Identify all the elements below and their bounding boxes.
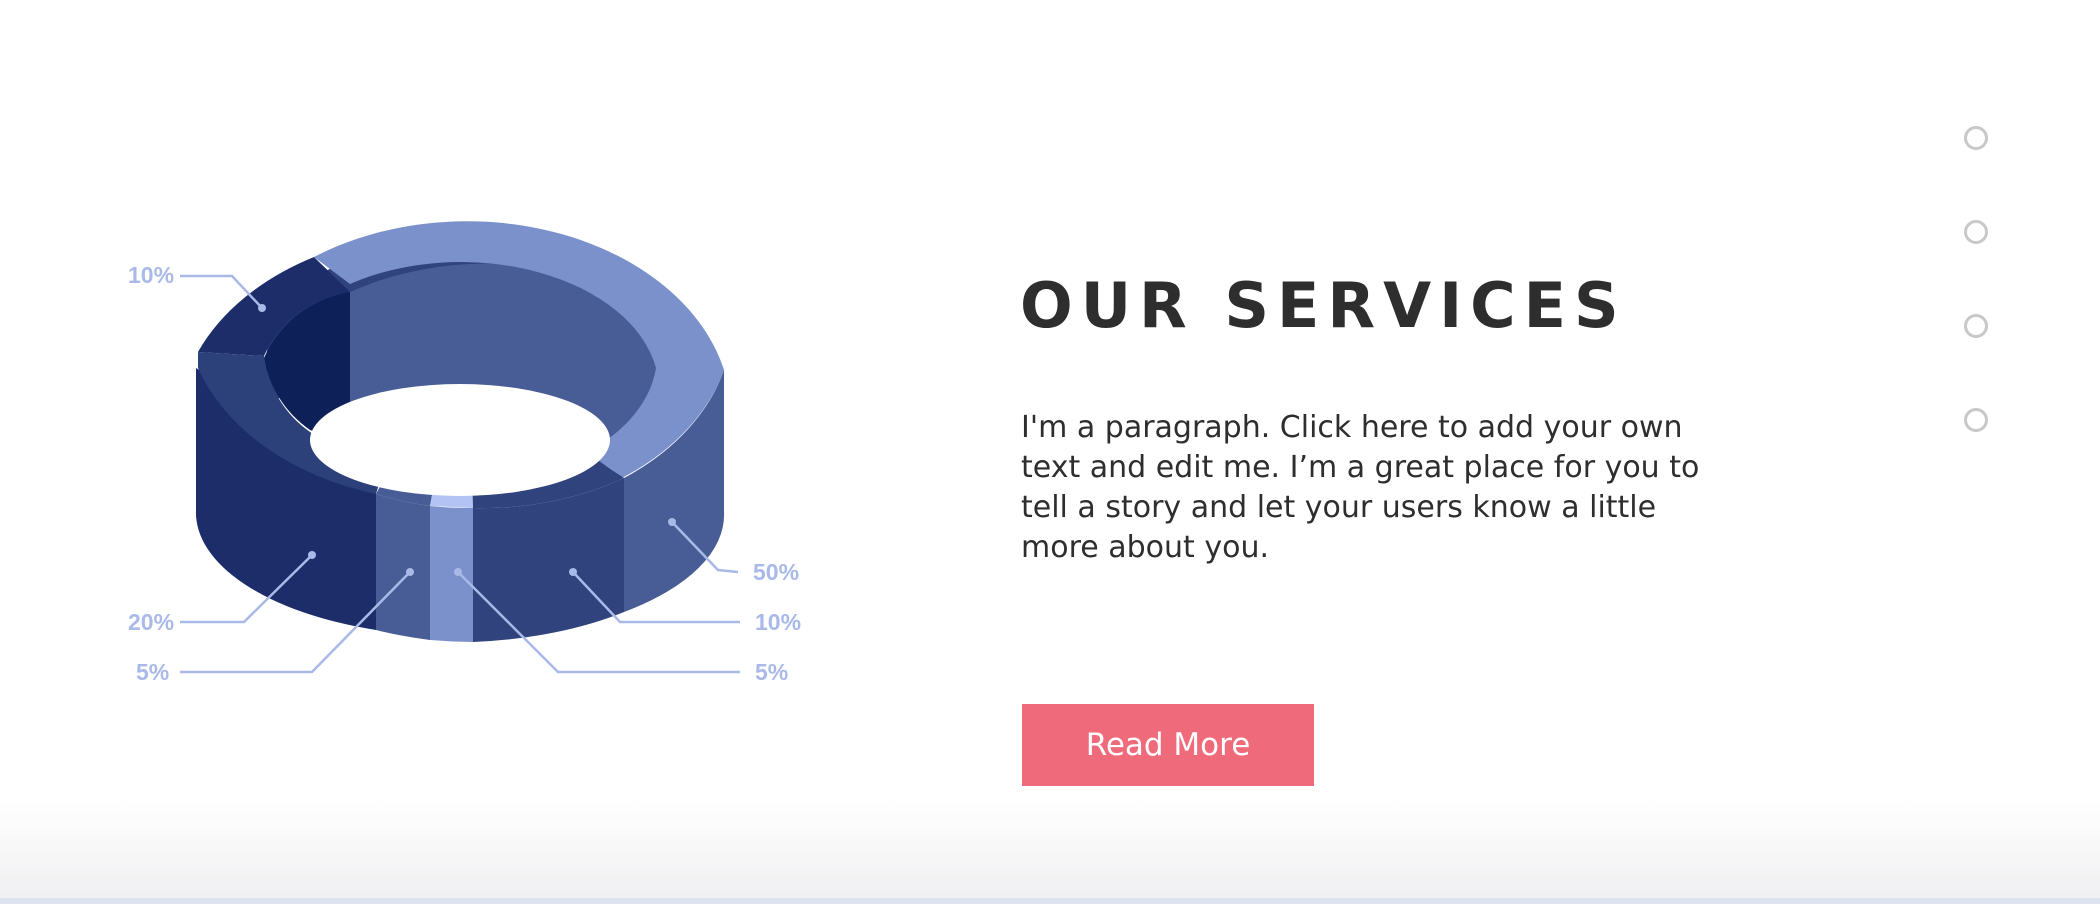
donut-wall-segment-a xyxy=(376,494,430,640)
donut-wall-segment-b xyxy=(430,506,473,642)
dot-nav-item-2[interactable] xyxy=(1964,220,1988,244)
section-paragraph: I'm a paragraph. Click here to add your … xyxy=(1021,410,1700,565)
dot-navigation xyxy=(1964,126,1990,436)
dot-nav-item-1[interactable] xyxy=(1964,126,1988,150)
section-title: OUR SERVICES xyxy=(1020,269,1627,342)
section-bottom-shadow xyxy=(0,800,2100,898)
callout-label-left-lower: 5% xyxy=(136,659,169,685)
callout-label-right-upper: 50% xyxy=(753,559,799,585)
callout-label-right-middle: 10% xyxy=(755,609,801,635)
callout-label-left-upper: 20% xyxy=(128,609,174,635)
section-bottom-divider xyxy=(0,898,2100,904)
page: 10% 50% 20% 10% 5% 5% OUR SERVICES I'm a… xyxy=(0,0,2100,904)
callout-label-right-lower: 5% xyxy=(755,659,788,685)
dot-nav-item-4[interactable] xyxy=(1964,408,1988,432)
dot-nav-item-3[interactable] xyxy=(1964,314,1988,338)
read-more-button[interactable]: Read More xyxy=(1022,704,1314,786)
callout-label-top-left: 10% xyxy=(128,262,174,288)
donut-chart-graphic: 10% 50% 20% 10% 5% 5% xyxy=(128,221,801,685)
donut-hole xyxy=(310,384,610,496)
